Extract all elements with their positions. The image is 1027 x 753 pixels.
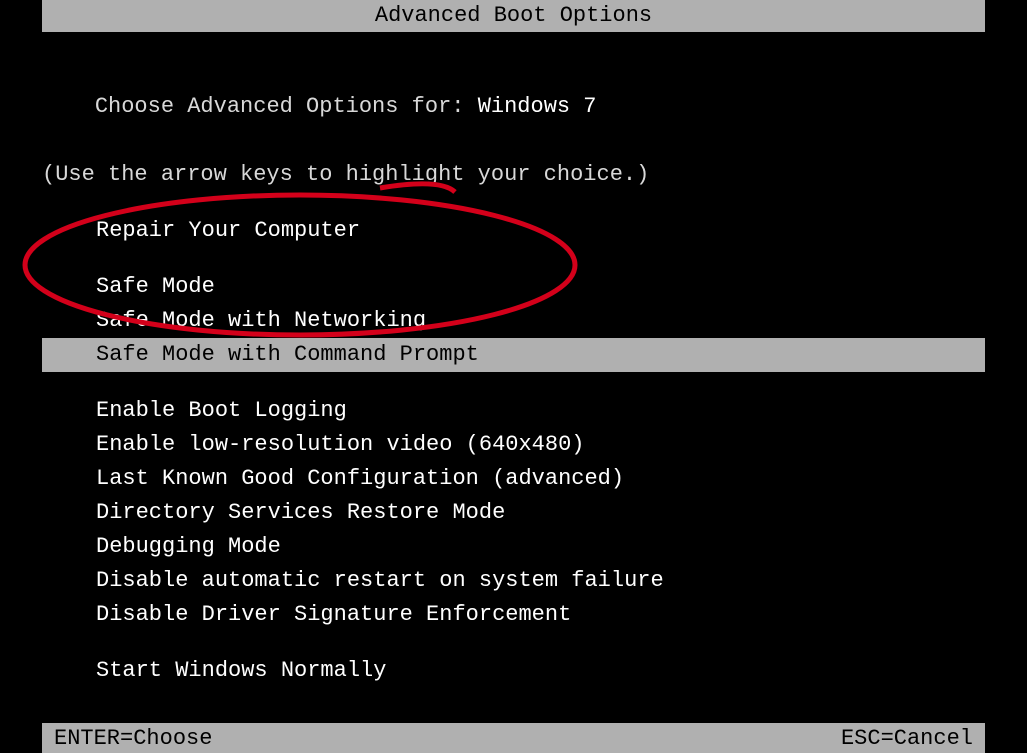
title-text: Advanced Boot Options <box>375 3 652 28</box>
option-safe-mode-networking[interactable]: Safe Mode with Networking <box>96 304 426 338</box>
option-directory-services-restore[interactable]: Directory Services Restore Mode <box>96 496 505 530</box>
option-disable-driver-sig[interactable]: Disable Driver Signature Enforcement <box>96 598 571 632</box>
footer-esc: ESC=Cancel <box>841 726 973 751</box>
option-debugging-mode[interactable]: Debugging Mode <box>96 530 281 564</box>
choose-line: Choose Advanced Options for: Windows 7 <box>42 56 985 158</box>
option-enable-boot-logging[interactable]: Enable Boot Logging <box>96 394 347 428</box>
option-start-windows-normally[interactable]: Start Windows Normally <box>96 654 386 688</box>
os-name: Windows 7 <box>478 94 597 119</box>
option-last-known-good-config[interactable]: Last Known Good Configuration (advanced) <box>96 462 624 496</box>
option-disable-auto-restart[interactable]: Disable automatic restart on system fail… <box>96 564 664 598</box>
option-enable-low-res-video[interactable]: Enable low-resolution video (640x480) <box>96 428 584 462</box>
selection-highlight-pad <box>42 338 96 372</box>
title-bar: Advanced Boot Options <box>42 0 985 32</box>
option-safe-mode[interactable]: Safe Mode <box>96 270 215 304</box>
footer-bar: ENTER=Choose ESC=Cancel <box>42 723 985 753</box>
option-repair-your-computer[interactable]: Repair Your Computer <box>96 214 360 248</box>
boot-menu: Choose Advanced Options for: Windows 7 (… <box>42 56 985 753</box>
choose-prefix: Choose Advanced Options for: <box>95 94 478 119</box>
hint-line: (Use the arrow keys to highlight your ch… <box>42 158 985 192</box>
selected-row[interactable]: Safe Mode with Command Prompt <box>42 338 985 372</box>
footer-enter: ENTER=Choose <box>54 726 212 751</box>
option-safe-mode-command-prompt[interactable]: Safe Mode with Command Prompt <box>96 338 485 372</box>
